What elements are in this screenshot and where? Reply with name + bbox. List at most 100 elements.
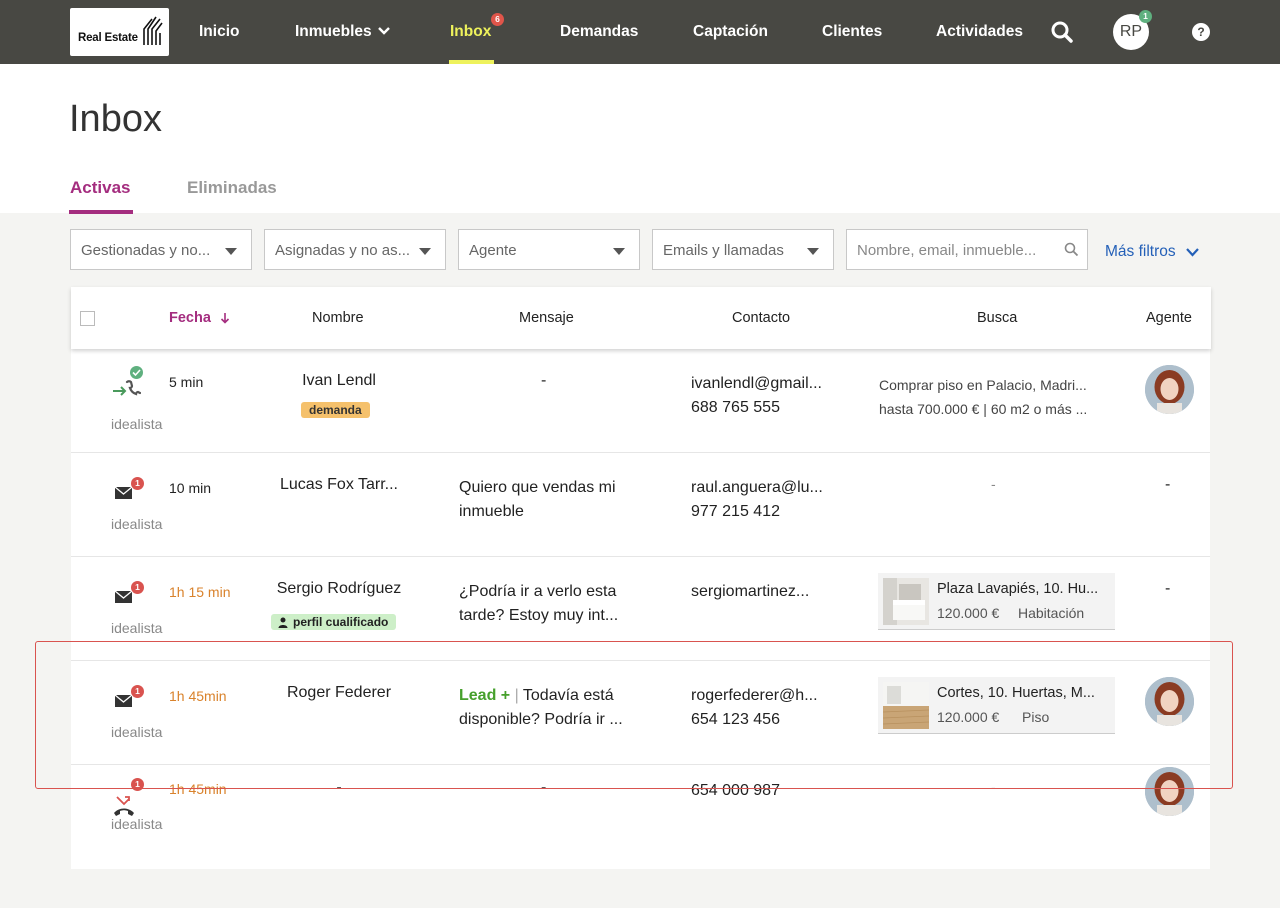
property-thumbnail: [883, 578, 929, 625]
contact-email[interactable]: sergiomartinez...: [691, 580, 809, 604]
message-preview: Lead + | Todavía está disponible? Podría…: [459, 684, 623, 732]
chevron-down-icon: [377, 27, 390, 35]
table-row[interactable]: 1 idealista 1h 15 min Sergio Rodríguez p…: [71, 557, 1210, 661]
unread-badge: 1: [131, 685, 144, 698]
agent-avatar[interactable]: [1145, 677, 1194, 726]
logo[interactable]: Real Estate: [70, 8, 169, 56]
column-header-busca[interactable]: Busca: [977, 310, 1017, 326]
property-title: Cortes, 10. Huertas, M...: [937, 685, 1095, 701]
contact-email[interactable]: ivanlendl@gmail...: [691, 372, 822, 396]
table-row[interactable]: 1 idealista 1h 45min Roger Federer Lead …: [71, 661, 1210, 765]
contact-phone[interactable]: 654 123 456: [691, 708, 818, 732]
unread-badge: 1: [131, 778, 144, 791]
contact-email[interactable]: rogerfederer@h...: [691, 684, 818, 708]
message-line-2: tarde? Estoy muy int...: [459, 607, 619, 624]
busca-empty: -: [991, 476, 996, 492]
table-row[interactable]: 1 idealista 1h 45min - - 654 000 987 -: [71, 765, 1210, 869]
property-card[interactable]: Plaza Lavapiés, 10. Hu... 120.000 € Habi…: [878, 573, 1115, 630]
unread-badge: 1: [131, 477, 144, 490]
contact-info: sergiomartinez...: [691, 580, 809, 604]
nav-inicio[interactable]: Inicio: [199, 0, 239, 64]
message-preview: -: [541, 779, 547, 796]
agent-empty: -: [1165, 476, 1171, 493]
contact-info: rogerfederer@h... 654 123 456: [691, 684, 818, 732]
chevron-down-icon: [1186, 248, 1199, 257]
contact-name: Lucas Fox Tarr...: [280, 476, 398, 493]
search-input[interactable]: [857, 240, 1057, 260]
contact-name: -: [336, 779, 342, 796]
property-type: Piso: [1022, 709, 1050, 725]
nav-inbox[interactable]: Inbox: [450, 0, 491, 64]
time-ago: 1h 45min: [169, 781, 227, 797]
column-header-contacto[interactable]: Contacto: [732, 310, 790, 326]
nav-demandas[interactable]: Demandas: [560, 0, 638, 64]
column-header-mensaje[interactable]: Mensaje: [519, 310, 574, 326]
contact-info: ivanlendl@gmail... 688 765 555: [691, 372, 822, 420]
select-all-checkbox[interactable]: [80, 311, 95, 326]
property-price: 120.000 €: [937, 709, 1000, 725]
message-line-2: disponible? Podría ir ...: [459, 711, 623, 728]
time-ago: 10 min: [169, 480, 212, 496]
contact-info: raul.anguera@lu... 977 215 412: [691, 476, 823, 524]
agent-avatar[interactable]: [1145, 365, 1194, 414]
arrow-down-icon: [220, 313, 230, 324]
busca-line-1: Comprar piso en Palacio, Madri...: [879, 377, 1087, 393]
contact-phone[interactable]: 654 000 987: [691, 779, 780, 803]
agent-avatar[interactable]: [1145, 767, 1194, 816]
source-label: idealista: [111, 816, 163, 832]
filter-agente-select[interactable]: Agente: [458, 229, 640, 270]
tab-activas[interactable]: Activas: [70, 178, 130, 198]
contact-email[interactable]: raul.anguera@lu...: [691, 476, 823, 500]
filter-agente-value: Agente: [469, 242, 517, 259]
property-title: Plaza Lavapiés, 10. Hu...: [937, 581, 1099, 597]
tab-active-indicator: [69, 210, 133, 214]
caret-down-icon: [419, 248, 431, 255]
help-icon[interactable]: ?: [1192, 23, 1210, 41]
nav-actividades[interactable]: Actividades: [936, 0, 1023, 64]
busca-empty: -: [991, 779, 996, 795]
inbox-count-badge: 6: [491, 13, 504, 26]
nav-inmuebles[interactable]: Inmuebles: [295, 0, 390, 64]
message-line-1: Quiero que vendas mi: [459, 479, 616, 496]
busca-info: Comprar piso en Palacio, Madri... hasta …: [879, 373, 1087, 421]
more-filters-button[interactable]: Más filtros: [1105, 243, 1199, 261]
property-card[interactable]: Cortes, 10. Huertas, M... 120.000 € Piso: [878, 677, 1115, 734]
filter-tipo-value: Emails y llamadas: [663, 242, 784, 259]
message-preview: ¿Podría ir a verlo esta tarde? Estoy muy…: [459, 580, 618, 628]
source-label: idealista: [111, 516, 163, 532]
column-header-agente[interactable]: Agente: [1146, 310, 1192, 326]
filter-asignacion-value: Asignadas y no as...: [275, 242, 411, 259]
search-icon[interactable]: [1064, 242, 1079, 257]
caret-down-icon: [807, 248, 819, 255]
table-row[interactable]: idealista 5 min Ivan Lendl demanda - iva…: [71, 349, 1210, 453]
contact-info: 654 000 987: [691, 779, 780, 803]
nav-captacion[interactable]: Captación: [693, 0, 768, 64]
filter-tipo-select[interactable]: Emails y llamadas: [652, 229, 834, 270]
demanda-tag: demanda: [301, 402, 370, 418]
message-line-2: inmueble: [459, 503, 524, 520]
inbox-table: Fecha Nombre Mensaje Contacto Busca Agen…: [71, 287, 1211, 869]
logo-text: Real Estate: [78, 32, 138, 44]
check-icon: [130, 366, 143, 379]
table-row[interactable]: 1 idealista 10 min Lucas Fox Tarr... Qui…: [71, 453, 1210, 557]
property-price: 120.000 €: [937, 605, 1000, 621]
caret-down-icon: [613, 248, 625, 255]
column-header-fecha[interactable]: Fecha: [169, 310, 230, 326]
time-ago: 1h 45min: [169, 688, 227, 704]
time-ago: 5 min: [169, 374, 204, 390]
property-type: Habitación: [1018, 605, 1085, 621]
filter-gestion-select[interactable]: Gestionadas y no...: [70, 229, 252, 270]
time-ago: 1h 15 min: [169, 584, 231, 600]
message-line-1: ¿Podría ir a verlo esta: [459, 583, 617, 600]
column-header-nombre[interactable]: Nombre: [312, 310, 364, 326]
nav-clientes[interactable]: Clientes: [822, 0, 882, 64]
contact-phone[interactable]: 688 765 555: [691, 396, 822, 420]
tab-eliminadas[interactable]: Eliminadas: [187, 178, 277, 198]
search-icon[interactable]: [1050, 20, 1074, 44]
filter-gestion-value: Gestionadas y no...: [81, 242, 211, 259]
filter-asignacion-select[interactable]: Asignadas y no as...: [264, 229, 446, 270]
message-preview: Quiero que vendas mi inmueble: [459, 476, 616, 524]
contact-phone[interactable]: 977 215 412: [691, 500, 823, 524]
table-header: Fecha Nombre Mensaje Contacto Busca Agen…: [71, 287, 1211, 349]
perfil-cualificado-tag: perfil cualificado: [271, 614, 397, 630]
